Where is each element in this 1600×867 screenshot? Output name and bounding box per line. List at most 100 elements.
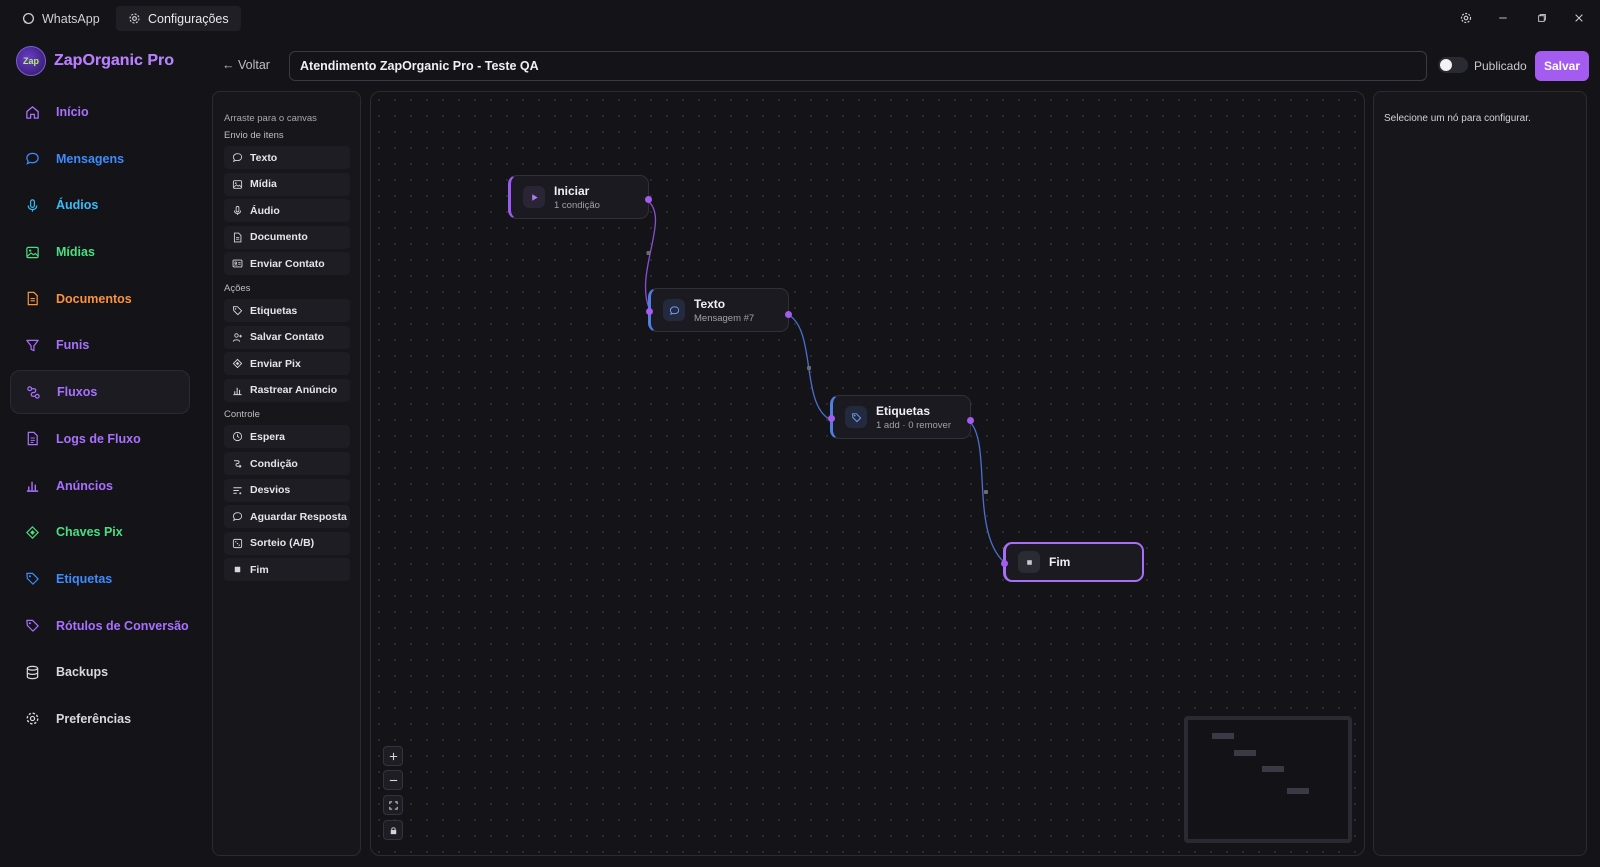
document-icon bbox=[27, 292, 38, 306]
node-output-handle[interactable] bbox=[967, 417, 974, 424]
palette-item-documento[interactable]: Documento bbox=[224, 225, 350, 249]
flow-canvas[interactable]: Iniciar 1 condição Texto Mensagem #7 Eti… bbox=[370, 91, 1365, 856]
minimize-icon bbox=[1499, 17, 1507, 19]
node-input-handle[interactable] bbox=[828, 415, 835, 422]
sidebar-item-label: Etiquetas bbox=[56, 571, 113, 586]
document-icon bbox=[233, 232, 242, 243]
palette-item-salvar-contato[interactable]: Salvar Contato bbox=[224, 325, 350, 349]
sidebar-item-logs-de-fluxo[interactable]: Logs de Fluxo bbox=[10, 417, 190, 461]
palette-item-audio[interactable]: Áudio bbox=[224, 199, 350, 223]
node-title: Fim bbox=[1049, 555, 1071, 569]
flow-node-fim[interactable]: Fim bbox=[1001, 542, 1144, 582]
pix-icon bbox=[232, 358, 243, 369]
flow-node-texto[interactable]: Texto Mensagem #7 bbox=[646, 288, 792, 332]
palette-item-enviar-contato[interactable]: Enviar Contato bbox=[224, 252, 350, 276]
flow-node-etiquetas[interactable]: Etiquetas 1 add · 0 remover bbox=[828, 395, 974, 439]
fit-view-icon bbox=[388, 800, 398, 810]
title-bar: WhatsApp Configurações bbox=[0, 0, 1600, 36]
sidebar-item-documentos[interactable]: Documentos bbox=[10, 277, 190, 321]
minimize-button[interactable] bbox=[1492, 8, 1514, 28]
fit-view-button[interactable] bbox=[383, 795, 403, 815]
settings-button[interactable] bbox=[1455, 8, 1477, 28]
node-input-handle[interactable] bbox=[646, 308, 653, 315]
node-input-handle[interactable] bbox=[1001, 560, 1008, 567]
flow-node-iniciar[interactable]: Iniciar 1 condição bbox=[508, 175, 652, 219]
node-subtitle: 1 add · 0 remover bbox=[876, 419, 951, 431]
edge-handle[interactable] bbox=[807, 366, 811, 370]
palette-item-texto[interactable]: Texto bbox=[224, 146, 350, 169]
zoom-out-button[interactable] bbox=[383, 770, 403, 790]
palette-item-fim[interactable]: Fim bbox=[224, 558, 350, 582]
edge-handle[interactable] bbox=[984, 490, 988, 494]
palette-item-enviar-pix[interactable]: Enviar Pix bbox=[224, 352, 350, 376]
config-panel: Selecione um nó para configurar. bbox=[1373, 91, 1587, 856]
sidebar-item-anuncios[interactable]: Anúncios bbox=[10, 464, 190, 508]
palette-item-espera[interactable]: Espera bbox=[224, 425, 350, 449]
palette-item-midia[interactable]: Mídia bbox=[224, 172, 350, 196]
sidebar-item-fluxos[interactable]: Fluxos bbox=[10, 370, 190, 415]
palette-hint: Arraste para o canvas bbox=[224, 113, 317, 124]
sidebar-item-funis[interactable]: Funis bbox=[10, 323, 190, 367]
dice-icon bbox=[232, 538, 243, 548]
play-icon bbox=[531, 193, 538, 201]
palette-item-sorteio-a-b[interactable]: Sorteio (A/B) bbox=[224, 531, 350, 555]
log-icon bbox=[27, 432, 38, 446]
chat-icon bbox=[669, 305, 679, 315]
brand-logo: Zap ZapOrganic Pro bbox=[16, 46, 174, 76]
zoom-in-button[interactable] bbox=[383, 746, 403, 766]
back-link[interactable]: ← Voltar bbox=[222, 58, 270, 72]
palette-item-label: Espera bbox=[250, 430, 286, 443]
sidebar-item-preferencias[interactable]: Preferências bbox=[10, 697, 190, 741]
sidebar-item-backups[interactable]: Backups bbox=[10, 650, 190, 694]
lock-button[interactable] bbox=[383, 820, 403, 840]
tag-icon bbox=[232, 306, 243, 316]
home-icon bbox=[26, 105, 39, 119]
palette-item-label: Salvar Contato bbox=[250, 331, 325, 344]
contact-card-icon bbox=[232, 260, 243, 268]
palette-item-rastrear-anuncio[interactable]: Rastrear Anúncio bbox=[224, 378, 350, 402]
palette-item-aguardar-resposta[interactable]: Aguardar Resposta bbox=[224, 505, 350, 529]
close-button[interactable] bbox=[1568, 8, 1590, 28]
edge-handle[interactable] bbox=[646, 251, 651, 255]
minimap[interactable] bbox=[1184, 716, 1352, 843]
sidebar-item-chaves-pix[interactable]: Chaves Pix bbox=[10, 510, 190, 554]
sidebar-item-label: Backups bbox=[56, 665, 109, 680]
sidebar-item-label: Funis bbox=[56, 338, 90, 353]
minimap-node bbox=[1212, 733, 1234, 739]
sidebar-item-midias[interactable]: Mídias bbox=[10, 230, 190, 274]
sidebar-item-rotulos-de-conversao[interactable]: Rótulos de Conversão bbox=[10, 604, 190, 648]
node-output-handle[interactable] bbox=[645, 196, 652, 203]
publish-toggle[interactable] bbox=[1438, 57, 1468, 73]
node-text: Iniciar 1 condição bbox=[554, 184, 600, 211]
restore-button[interactable] bbox=[1531, 8, 1553, 28]
node-subtitle: Mensagem #7 bbox=[694, 312, 755, 324]
minimap-node bbox=[1234, 750, 1256, 756]
node-title: Iniciar bbox=[554, 183, 590, 198]
sidebar: Zap ZapOrganic Pro Início Mensagens Áudios… bbox=[0, 36, 200, 867]
settings-icon bbox=[1460, 12, 1472, 24]
tab-configuracoes[interactable]: Configurações bbox=[116, 6, 241, 31]
sidebar-item-label: Mídias bbox=[56, 245, 95, 260]
gear-icon bbox=[26, 712, 39, 725]
palette-section-title: Ações bbox=[224, 283, 251, 294]
palette-item-condicao[interactable]: Condição bbox=[224, 452, 350, 475]
sidebar-item-label: Chaves Pix bbox=[56, 525, 123, 540]
stop-icon bbox=[234, 567, 241, 573]
flow-name-input[interactable] bbox=[289, 51, 1427, 81]
sidebar-nav: Início Mensagens Áudios Mídias Documentos Fun… bbox=[10, 90, 190, 744]
save-button[interactable]: Salvar bbox=[1535, 51, 1589, 81]
sidebar-item-mensagens[interactable]: Mensagens bbox=[10, 137, 190, 181]
clock-icon bbox=[232, 432, 243, 442]
tag-icon bbox=[26, 619, 39, 632]
node-output-handle[interactable] bbox=[785, 311, 792, 318]
sidebar-item-audios[interactable]: Áudios bbox=[10, 183, 190, 227]
palette-item-etiquetas[interactable]: Etiquetas bbox=[224, 299, 350, 322]
chat-icon bbox=[232, 153, 243, 163]
sidebar-item-etiquetas[interactable]: Etiquetas bbox=[10, 557, 190, 601]
palette-item-label: Mídia bbox=[250, 178, 277, 191]
palette-item-desvios[interactable]: Desvios bbox=[224, 478, 350, 502]
sidebar-item-inicio[interactable]: Início bbox=[10, 90, 190, 134]
tab-whatsapp[interactable]: WhatsApp bbox=[10, 6, 112, 31]
pix-icon bbox=[26, 525, 39, 539]
sidebar-item-label: Preferências bbox=[56, 711, 132, 726]
